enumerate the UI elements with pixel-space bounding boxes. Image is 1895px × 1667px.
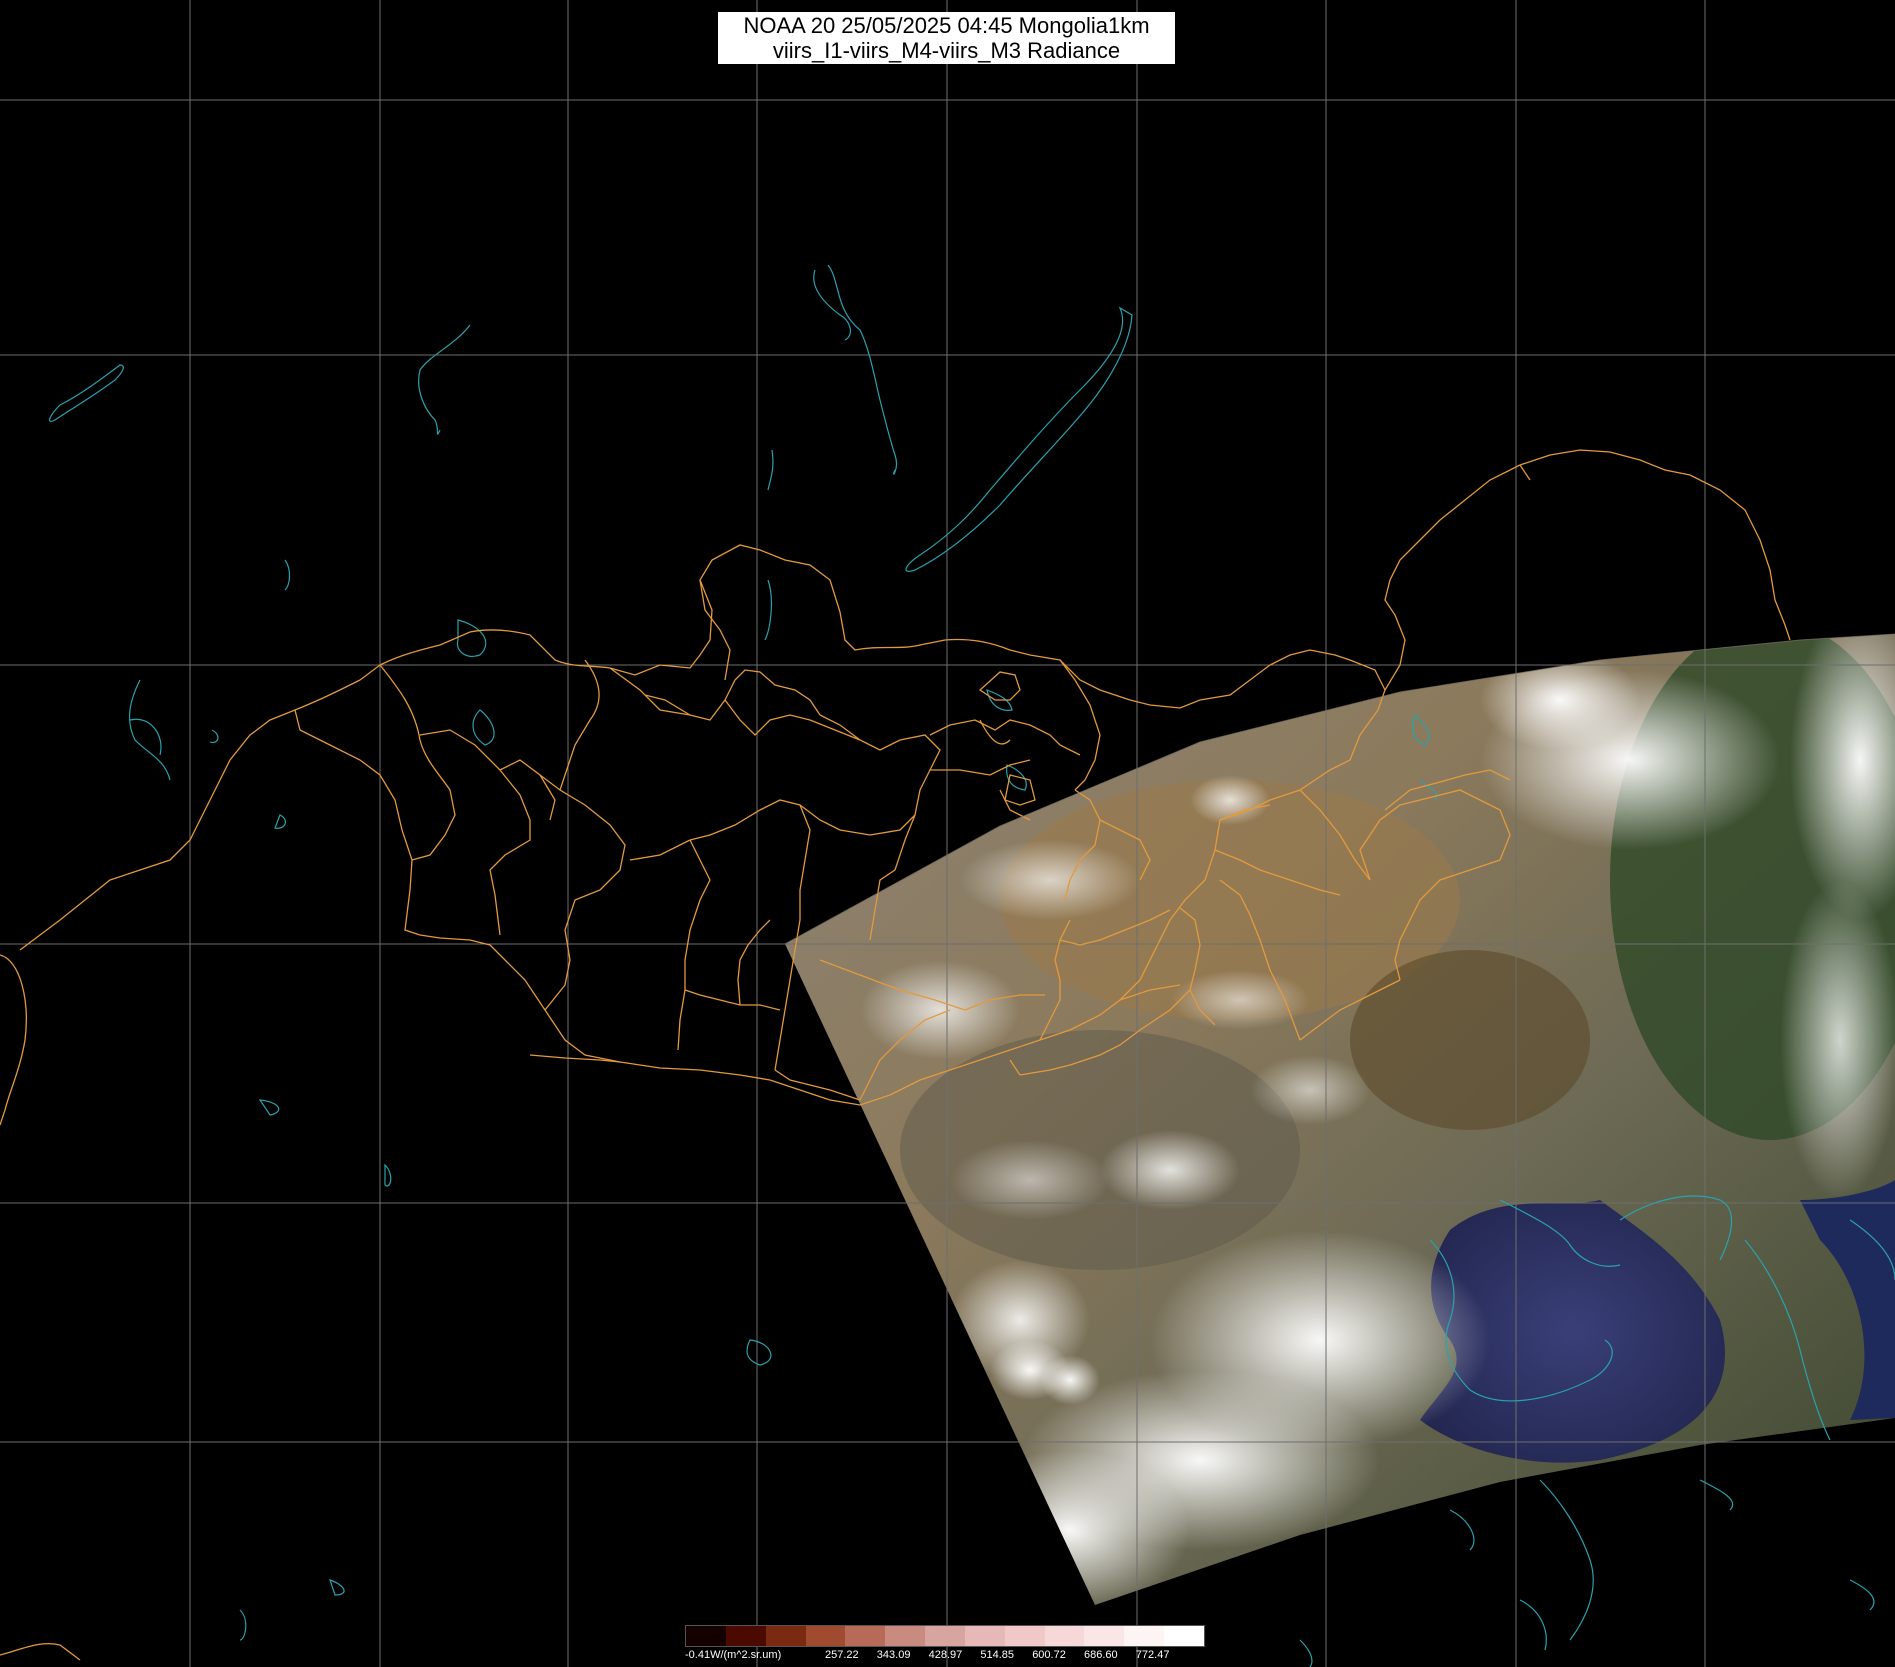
legend-swatch — [1084, 1626, 1125, 1646]
legend-swatch — [805, 1626, 846, 1646]
legend-tick-label: 428.97 — [928, 1649, 963, 1661]
legend-tick-labels: -0.41W/(m^2.sr.um) 257.22 343.09 428.97 514… — [685, 1648, 1205, 1662]
legend-tick-label: 772.47 — [1135, 1649, 1170, 1661]
legend-swatch — [725, 1626, 766, 1646]
title-line-1: NOAA 20 25/05/2025 04:45 Mongolia1km — [743, 13, 1150, 38]
legend-swatch — [964, 1626, 1005, 1646]
legend-swatch — [1044, 1626, 1085, 1646]
map-title-box: NOAA 20 25/05/2025 04:45 Mongolia1km vii… — [718, 12, 1175, 64]
legend-tick-label: 514.85 — [980, 1649, 1015, 1661]
legend-swatch — [765, 1626, 806, 1646]
legend-unit-label: -0.41W/(m^2.sr.um) — [685, 1649, 782, 1661]
title-line-2: viirs_I1-viirs_M4-viirs_M3 Radiance — [772, 38, 1121, 63]
legend-swatch — [885, 1626, 926, 1646]
legend-swatch — [845, 1626, 886, 1646]
legend-swatch — [1124, 1626, 1165, 1646]
satellite-image-swath — [785, 634, 1895, 1605]
legend-color-bar — [685, 1625, 1205, 1647]
radiance-color-legend: -0.41W/(m^2.sr.um) 257.22 343.09 428.97 514… — [685, 1623, 1205, 1663]
legend-swatch — [1164, 1626, 1204, 1646]
legend-tick-label: 343.09 — [876, 1649, 911, 1661]
legend-swatch — [925, 1626, 965, 1646]
legend-tick-label: 600.72 — [1032, 1649, 1066, 1661]
legend-tick-label: 686.60 — [1084, 1649, 1118, 1661]
legend-swatch — [1004, 1626, 1045, 1646]
legend-tick-label: 257.22 — [825, 1649, 859, 1661]
map-canvas — [0, 0, 1895, 1667]
legend-swatch — [686, 1626, 726, 1646]
